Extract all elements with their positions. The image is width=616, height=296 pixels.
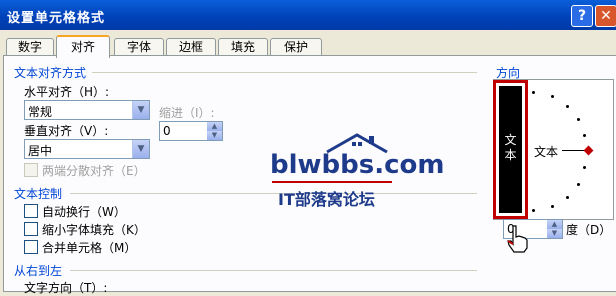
vertical-value: 居中	[28, 144, 53, 158]
chevron-down-icon[interactable]: ▼	[132, 140, 149, 158]
dial-text: 文本	[534, 145, 559, 159]
spin-up-icon[interactable]: ▲	[547, 220, 562, 229]
tab-strip: 数字 对齐 字体 边框 填充 保护	[0, 30, 616, 58]
spin-up-icon[interactable]: ▲	[207, 122, 222, 131]
vertical-label: 垂直对齐（V）:	[24, 124, 109, 138]
indent-spinner[interactable]: 0 ▲ ▼	[159, 121, 223, 141]
highlight-frame	[493, 80, 528, 219]
dial-dot	[551, 205, 554, 208]
tab-fill[interactable]: 填充	[218, 38, 268, 56]
indent-label: 缩进（I）:	[159, 106, 215, 120]
dial-dot	[583, 134, 586, 137]
spin-down-icon[interactable]: ▼	[547, 229, 562, 238]
horizontal-select[interactable]: 常规 ▼	[24, 100, 150, 120]
tab-number[interactable]: 数字	[6, 38, 54, 56]
tab-protection[interactable]: 保护	[270, 38, 322, 56]
dial-dot	[532, 91, 535, 94]
tab-border[interactable]: 边框	[166, 38, 216, 56]
merge-checkbox[interactable]	[24, 240, 38, 254]
hand-cursor-icon	[507, 225, 528, 253]
shrink-checkbox[interactable]	[24, 222, 38, 236]
dial-dot	[577, 118, 580, 121]
window-title: 设置单元格格式	[7, 11, 106, 26]
watermark-site: blwbbs.com	[270, 150, 445, 180]
tab-alignment[interactable]: 对齐	[56, 35, 110, 58]
dial-dot	[566, 105, 569, 108]
indent-value: 0	[163, 124, 171, 138]
watermark-underline	[272, 181, 392, 183]
close-button[interactable]: ✕	[595, 5, 616, 27]
dial-dot	[532, 209, 535, 212]
merge-label: 合并单元格（M）	[42, 241, 137, 255]
vertical-select[interactable]: 居中 ▼	[24, 139, 150, 159]
rtl-group-title: 从右到左	[14, 264, 63, 278]
watermark-forum: IT部落窝论坛	[278, 190, 375, 209]
horizontal-value: 常规	[28, 105, 53, 119]
dial-dot	[566, 196, 569, 199]
dial-dot	[551, 95, 554, 98]
help-button[interactable]: ?	[571, 5, 593, 27]
spin-down-icon[interactable]: ▼	[207, 131, 222, 140]
title-bar: 设置单元格格式 ? ✕	[0, 0, 616, 30]
dial-pointer-line	[562, 150, 584, 151]
rtl-divider	[70, 270, 477, 271]
distributed-checkbox[interactable]	[24, 163, 38, 177]
text-control-group-title: 文本控制	[14, 187, 63, 201]
degrees-label: 度（D）	[566, 223, 612, 237]
wrap-checkbox[interactable]	[24, 204, 38, 218]
distributed-label: 两端分散对齐（E）	[42, 164, 146, 178]
wrap-label: 自动换行（W）	[42, 205, 126, 219]
horizontal-label: 水平对齐（H）:	[24, 85, 110, 99]
alignment-group-title: 文本对齐方式	[14, 66, 87, 80]
dial-dot	[577, 183, 580, 186]
tab-font[interactable]: 字体	[114, 38, 164, 56]
alignment-group-divider	[92, 72, 477, 73]
text-direction-label: 文字方向（T）:	[24, 281, 108, 295]
shrink-label: 缩小字体填充（K）	[42, 223, 146, 237]
dial-dot	[583, 166, 586, 169]
chevron-down-icon[interactable]: ▼	[132, 101, 149, 119]
text-control-divider	[70, 193, 477, 194]
